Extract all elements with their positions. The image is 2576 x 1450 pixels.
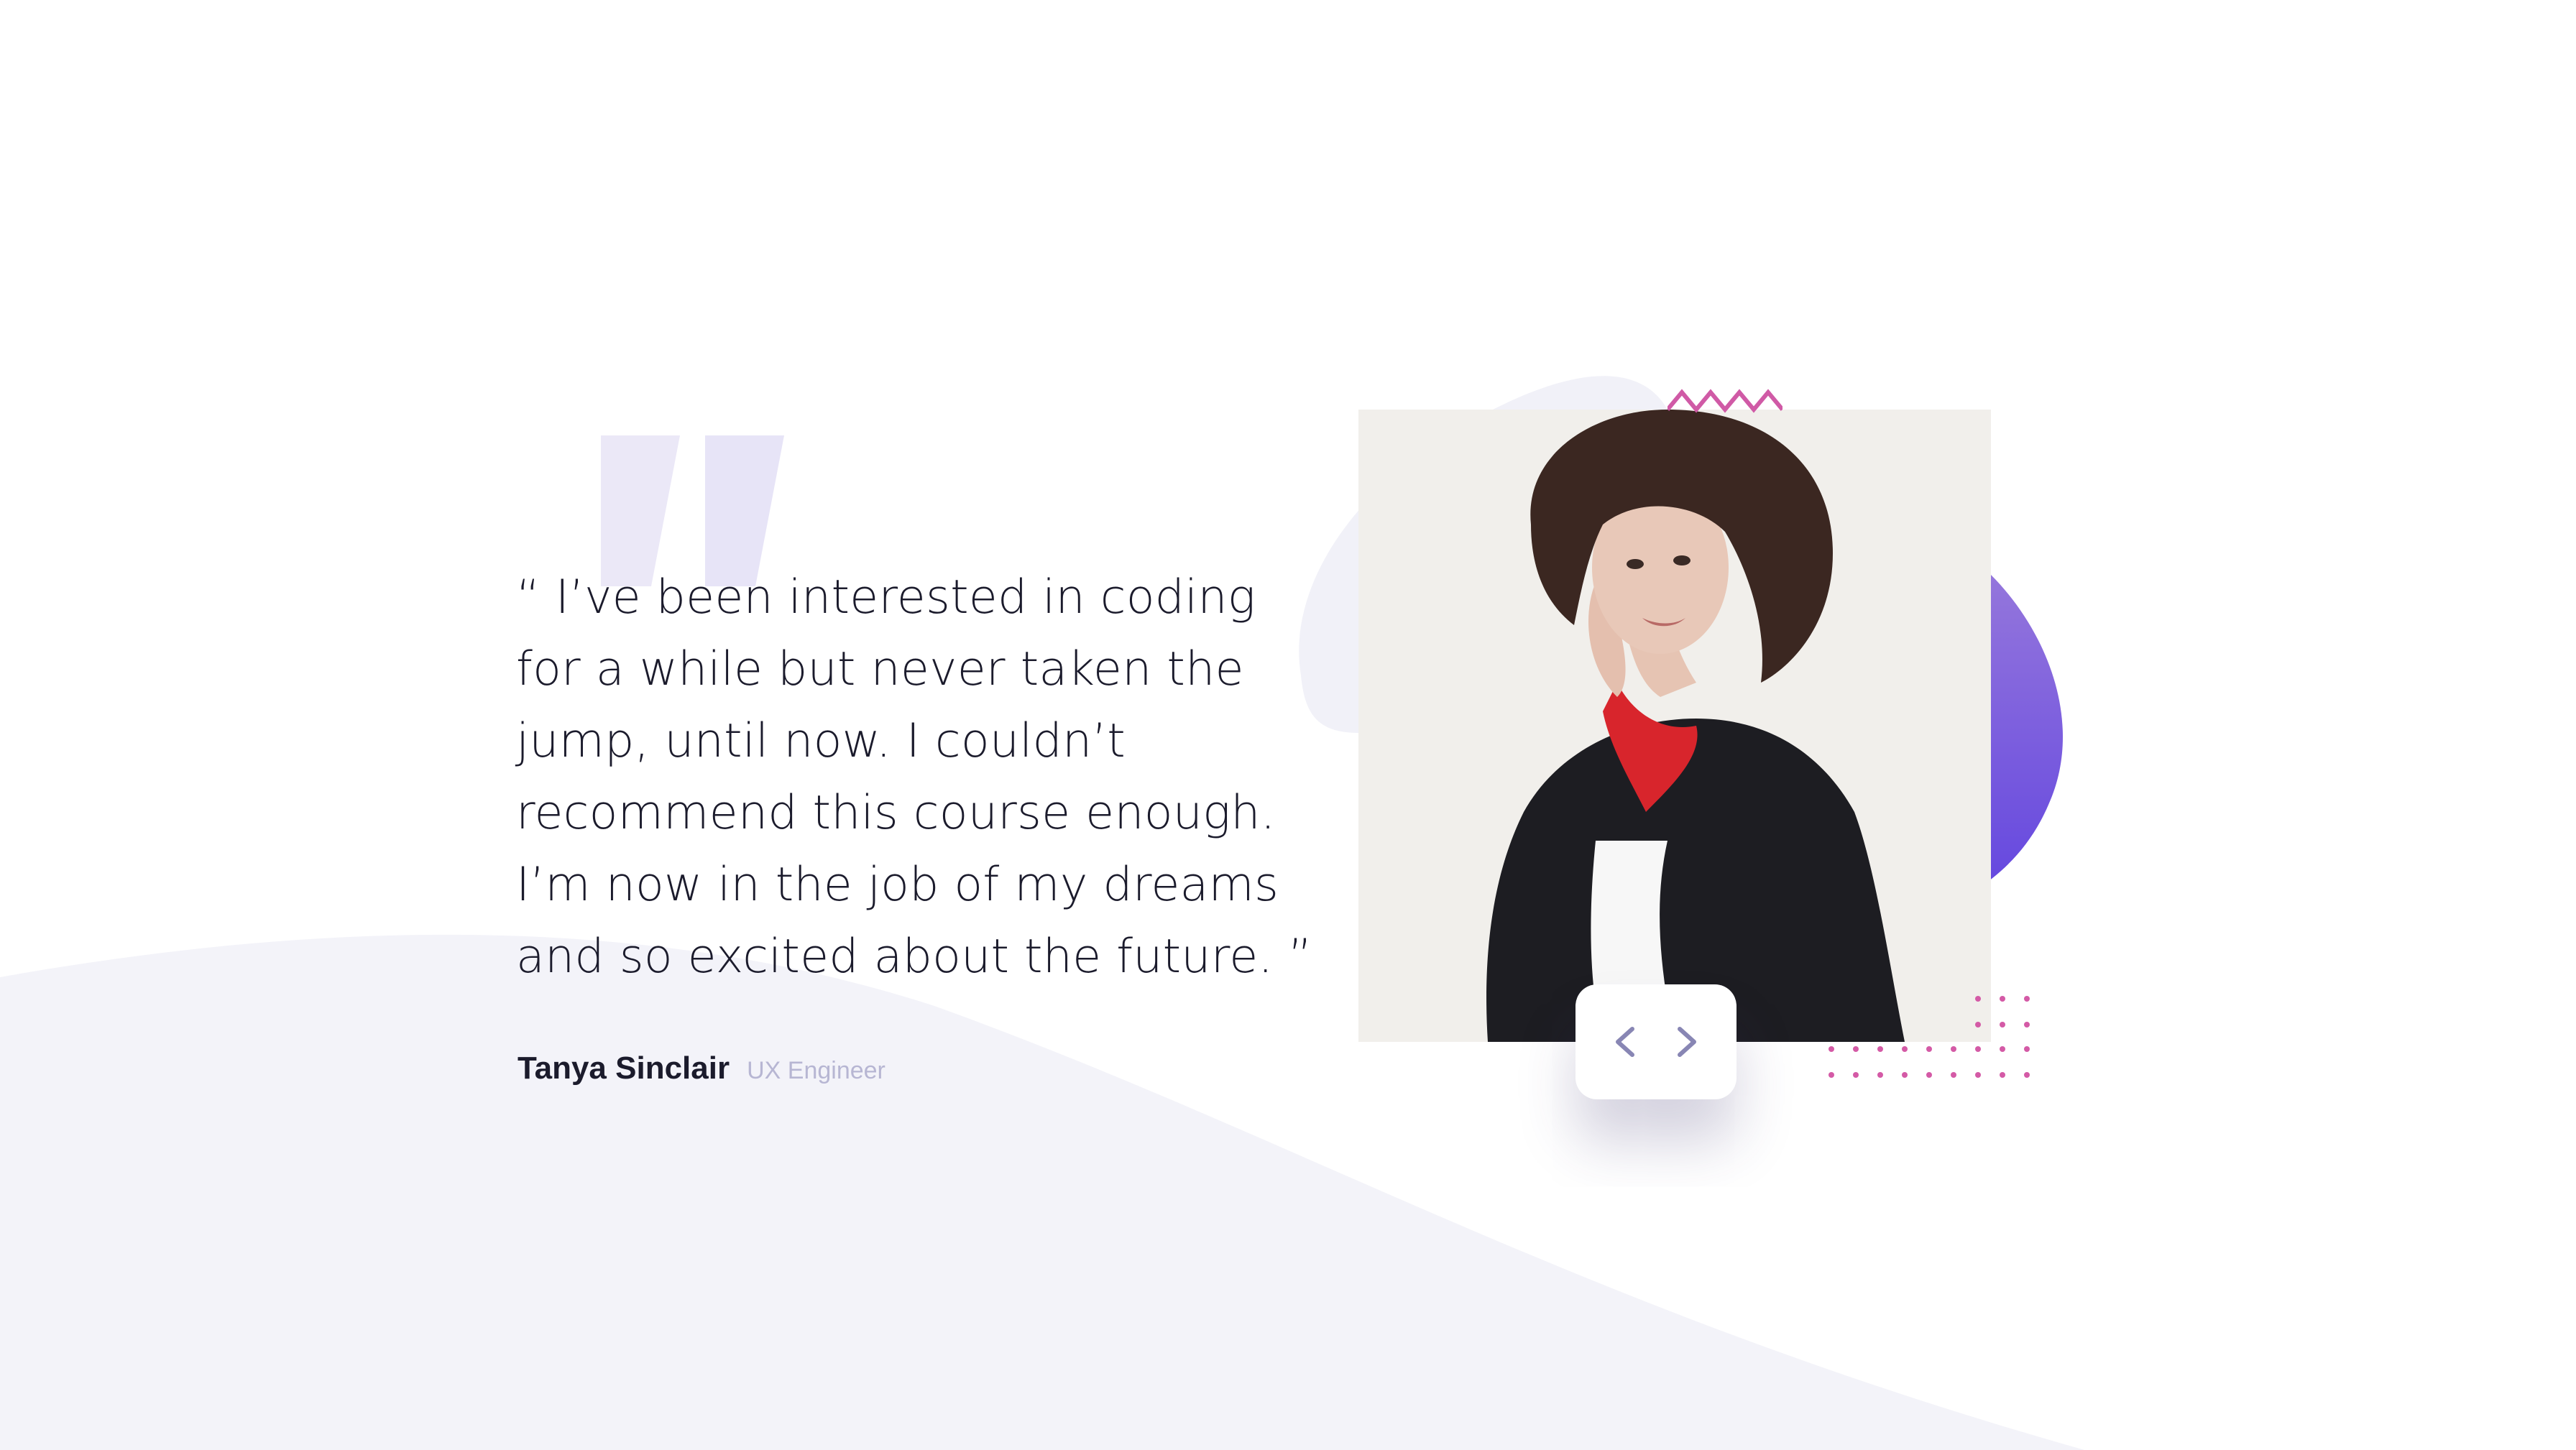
dot-pattern-decoration — [1828, 996, 2030, 1078]
zigzag-pattern-decoration — [1668, 389, 1782, 413]
testimonial-quote: “ I’ve been interested in coding for a w… — [516, 571, 1312, 984]
chevron-right-icon — [1678, 1027, 1696, 1057]
author-name: Tanya Sinclair — [518, 1050, 730, 1086]
author-role: UX Engineer — [747, 1057, 886, 1084]
testimonial-author: Tanya Sinclair UX Engineer — [518, 1050, 886, 1086]
chevron-left-icon — [1616, 1027, 1634, 1057]
previous-button[interactable] — [1596, 1013, 1653, 1071]
author-photo — [1358, 410, 1991, 1042]
slider-controls — [1576, 984, 1736, 1099]
next-button[interactable] — [1659, 1013, 1716, 1071]
portrait-illustration — [1358, 410, 1991, 1042]
